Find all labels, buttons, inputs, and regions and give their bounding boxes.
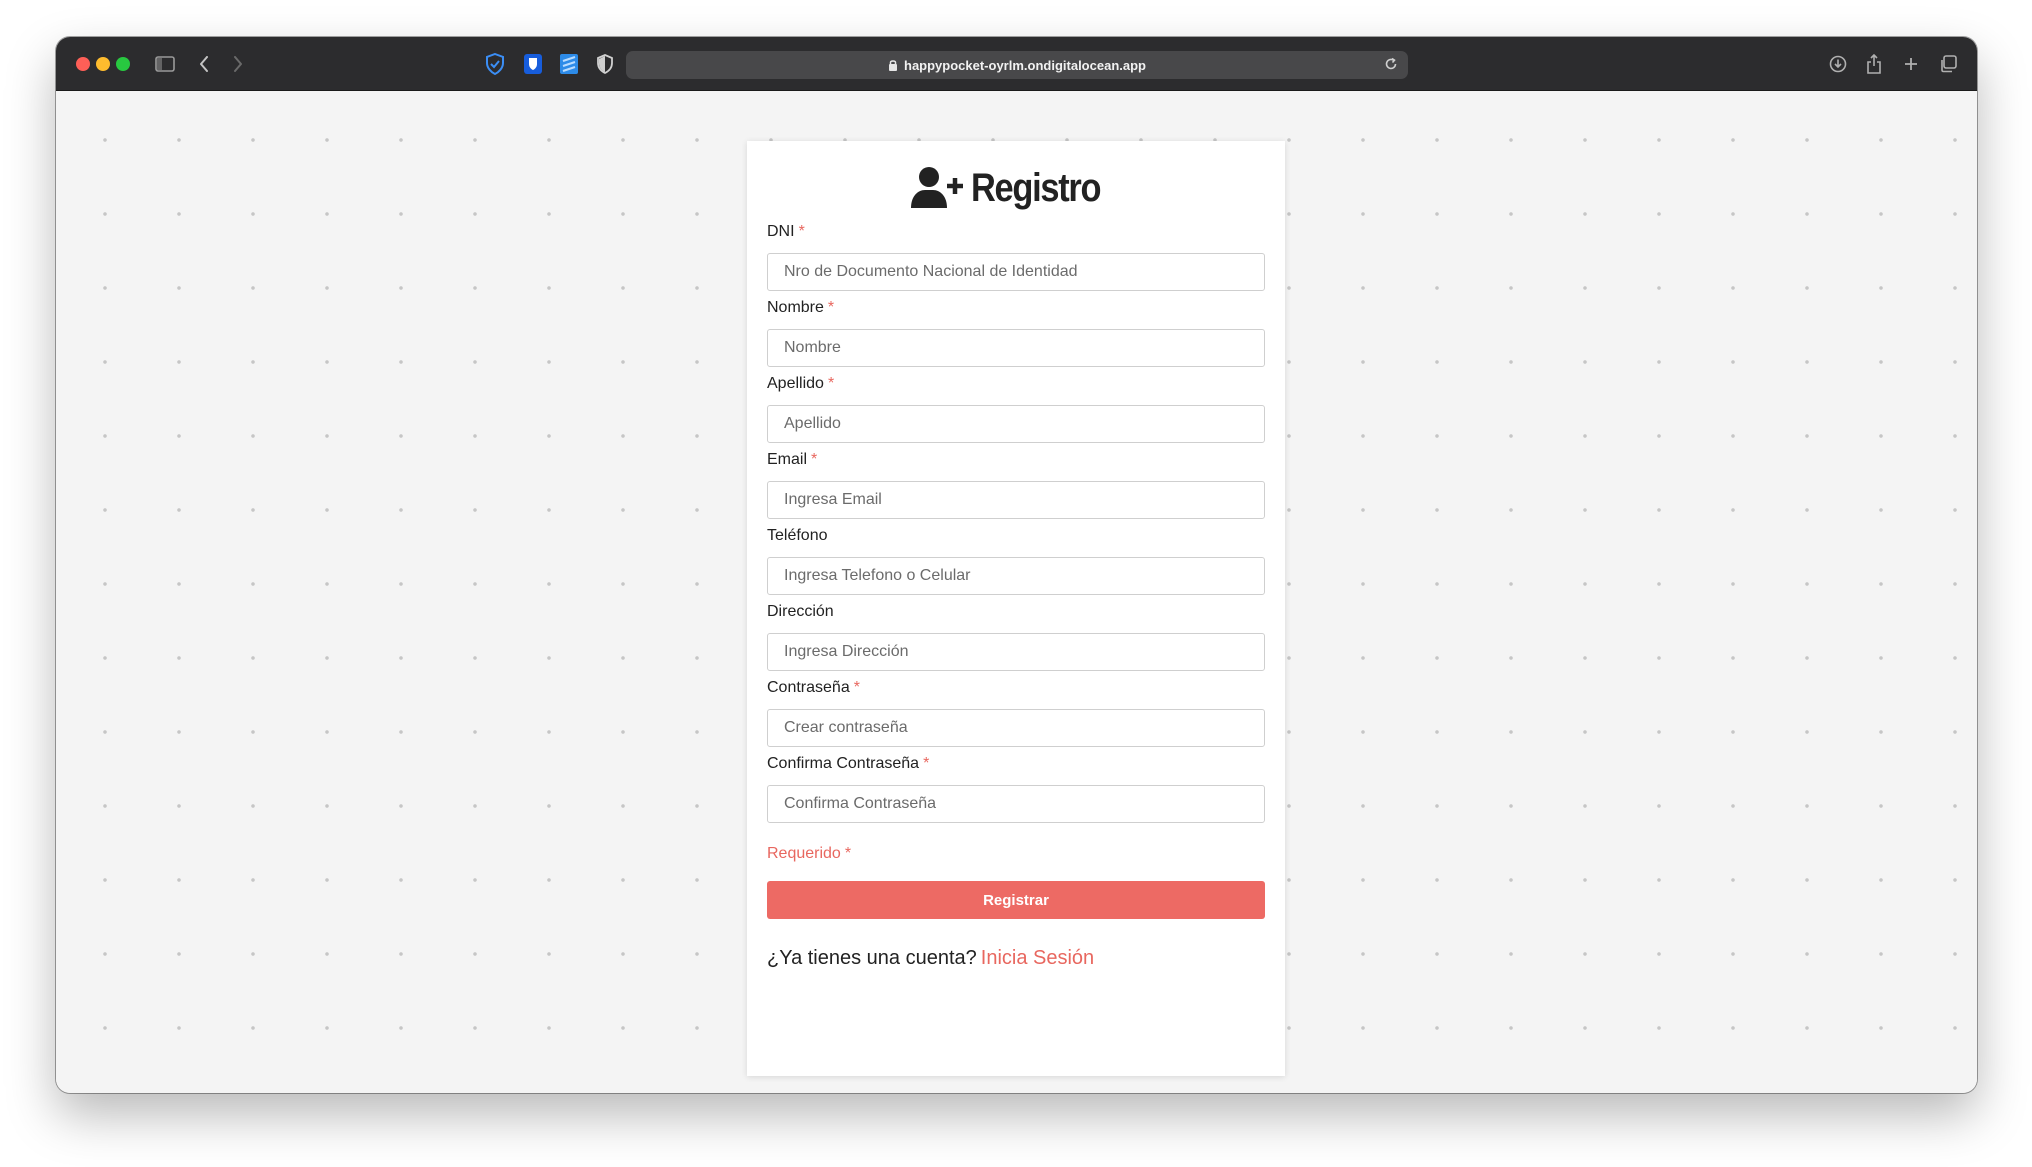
forward-icon[interactable] (228, 51, 248, 77)
telefono-field-group: Teléfono (767, 525, 1265, 595)
page-title: Registro (970, 165, 1102, 210)
login-prompt-text: ¿Ya tienes una cuenta? (767, 947, 977, 969)
required-marker: * (853, 679, 860, 696)
apellido-field-group: Apellido * (767, 373, 1265, 443)
minimize-window-button[interactable] (96, 57, 110, 71)
apellido-label: Apellido * (767, 373, 1265, 395)
tabs-overview-icon[interactable] (1936, 51, 1960, 77)
dni-field-group: DNI * (767, 221, 1265, 291)
reload-icon[interactable] (1384, 57, 1398, 74)
required-note-text: Requerido (767, 845, 841, 862)
confirm-password-label: Confirma Contraseña * (767, 753, 1265, 775)
lock-icon (888, 59, 898, 71)
password-input[interactable] (767, 709, 1265, 747)
dni-label: DNI * (767, 221, 1265, 243)
email-label: Email * (767, 449, 1265, 471)
back-icon[interactable] (194, 51, 214, 77)
login-link[interactable]: Inicia Sesión (981, 947, 1094, 969)
shield-check-icon[interactable] (482, 51, 508, 77)
apellido-input[interactable] (767, 405, 1265, 443)
apellido-label-text: Apellido (767, 375, 824, 392)
todo-extension-icon[interactable] (556, 51, 582, 77)
login-prompt: ¿Ya tienes una cuenta? Inicia Sesión (767, 947, 1265, 970)
close-window-button[interactable] (76, 57, 90, 71)
email-input[interactable] (767, 481, 1265, 519)
nombre-field-group: Nombre * (767, 297, 1265, 367)
telefono-label-text: Teléfono (767, 527, 828, 544)
registration-card: Registro DNI* Nombre* Apellido* Email* T… (747, 141, 1285, 1076)
privacy-shield-icon[interactable] (592, 51, 618, 77)
dni-input[interactable] (767, 253, 1265, 291)
bitwarden-icon[interactable] (520, 51, 546, 77)
email-field-group: Email * (767, 449, 1265, 519)
nombre-label: Nombre * (767, 297, 1265, 319)
password-field-group: Contraseña * (767, 677, 1265, 747)
required-marker: * (923, 755, 930, 772)
user-plus-icon (910, 166, 963, 210)
required-marker: * (827, 299, 835, 316)
required-marker: * (811, 451, 818, 468)
required-marker: * (827, 375, 835, 392)
share-icon[interactable] (1862, 51, 1886, 77)
nombre-input[interactable] (767, 329, 1265, 367)
register-button[interactable]: Registrar (767, 881, 1265, 919)
direccion-label-text: Dirección (767, 603, 834, 620)
url-text: happypocket-oyrlm.ondigitalocean.app (904, 57, 1146, 73)
browser-window: happypocket-oyrlm.ondigitalocean.app Reg… (56, 37, 1977, 1093)
address-bar[interactable]: happypocket-oyrlm.ondigitalocean.app (626, 51, 1408, 79)
dni-label-text: DNI (767, 223, 795, 240)
required-note: Requerido * (767, 843, 1265, 865)
confirm-password-label-text: Confirma Contraseña (767, 755, 920, 772)
telefono-label: Teléfono (767, 525, 1265, 547)
required-marker: * (844, 845, 852, 862)
page-content: Registro DNI* Nombre* Apellido* Email* T… (56, 91, 1977, 1093)
form-header: Registro (767, 161, 1265, 215)
password-label: Contraseña * (767, 677, 1265, 699)
email-label-text: Email (767, 451, 808, 468)
direccion-field-group: Dirección (767, 601, 1265, 671)
confirm-password-field-group: Confirma Contraseña * (767, 753, 1265, 823)
direccion-label: Dirección (767, 601, 1265, 623)
sidebar-icon[interactable] (152, 51, 178, 77)
maximize-window-button[interactable] (116, 57, 130, 71)
browser-toolbar: happypocket-oyrlm.ondigitalocean.app (56, 37, 1977, 91)
download-icon[interactable] (1826, 51, 1850, 77)
direccion-input[interactable] (767, 633, 1265, 671)
telefono-input[interactable] (767, 557, 1265, 595)
nombre-label-text: Nombre (767, 299, 824, 316)
password-label-text: Contraseña (767, 679, 850, 696)
confirm-password-input[interactable] (767, 785, 1265, 823)
required-marker: * (798, 223, 805, 240)
new-tab-icon[interactable] (1899, 51, 1923, 77)
